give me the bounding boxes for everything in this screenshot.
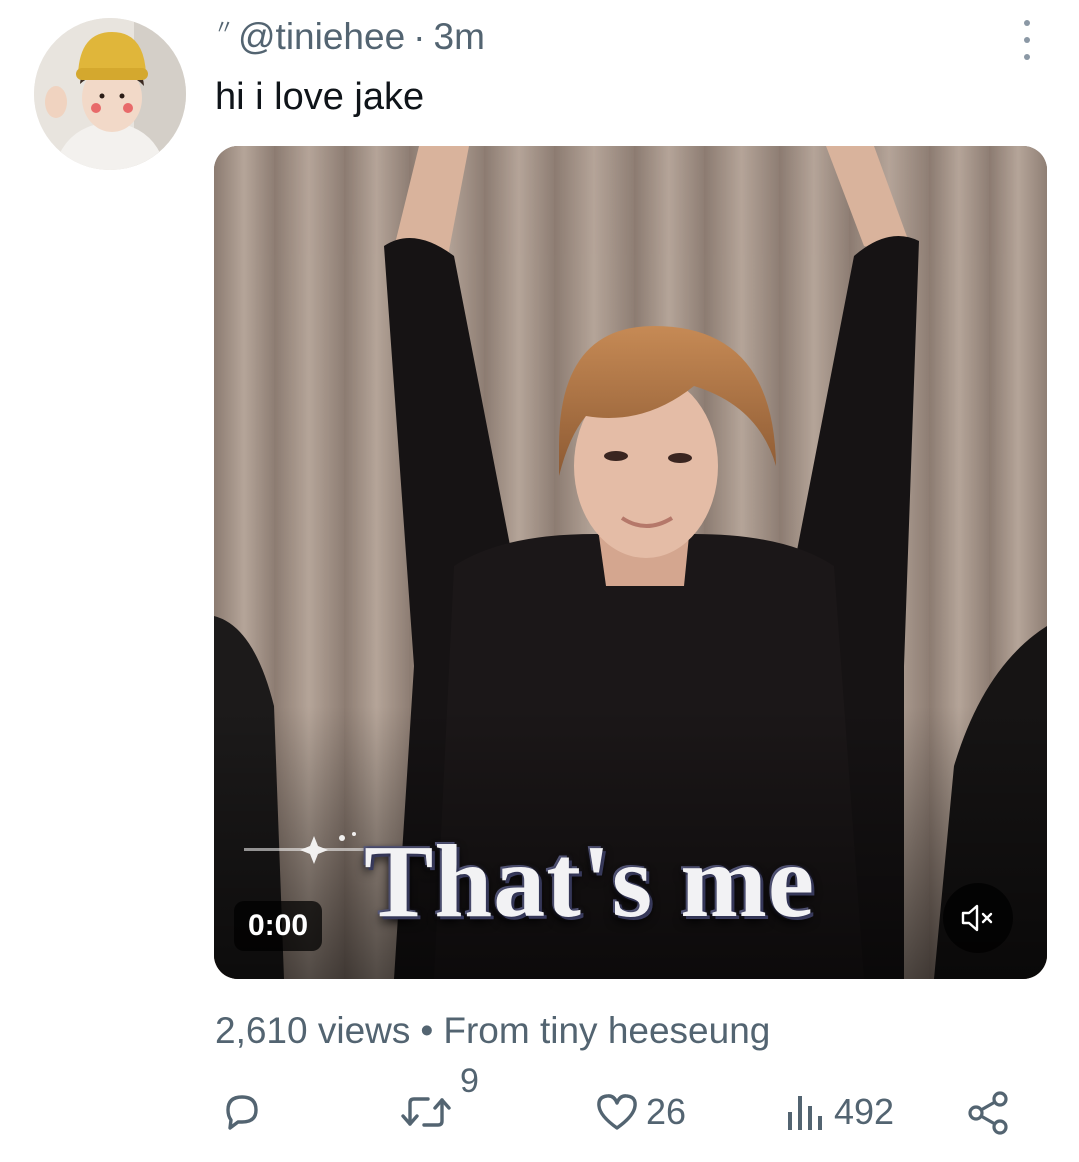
reply-button[interactable] [220,1090,264,1134]
heart-icon [597,1094,637,1130]
more-options-icon[interactable] [1017,20,1037,60]
meta-dot: • [420,1010,434,1051]
verified-mark-icon: 〃 [214,16,234,39]
tweet-header: 〃 @tiniehee · 3m [214,16,485,58]
speaker-muted-icon [961,904,993,932]
source-text[interactable]: From tiny heeseung [443,1010,770,1051]
tweet-time[interactable]: 3m [434,16,485,58]
retweet-icon [401,1097,451,1127]
video-player[interactable]: 0:00 That's me [214,146,1047,979]
avatar[interactable] [34,18,186,170]
like-button[interactable]: 26 [594,1090,686,1134]
profile-photo [34,18,186,170]
views-button[interactable]: 492 [784,1090,894,1134]
views-count: 492 [834,1091,895,1132]
tweet-meta: 2,610 views • From tiny heeseung [215,1010,770,1052]
video-caption: That's me [364,824,815,939]
tweet-text: hi i love jake [215,76,425,118]
analytics-icon [788,1096,822,1130]
video-timestamp: 0:00 [234,901,323,951]
retweet-count: 9 [460,1062,479,1100]
share-button[interactable] [966,1090,1012,1136]
mute-button[interactable] [943,883,1013,953]
like-count: 26 [646,1091,687,1132]
share-icon [968,1091,1008,1135]
view-count-text: 2,610 views [215,1010,411,1051]
action-bar: 9 26 492 [214,1062,1034,1140]
retweet-button[interactable] [400,1090,452,1134]
header-separator: · [413,16,426,57]
user-handle[interactable]: @tiniehee [238,16,405,58]
reply-icon [226,1095,258,1130]
